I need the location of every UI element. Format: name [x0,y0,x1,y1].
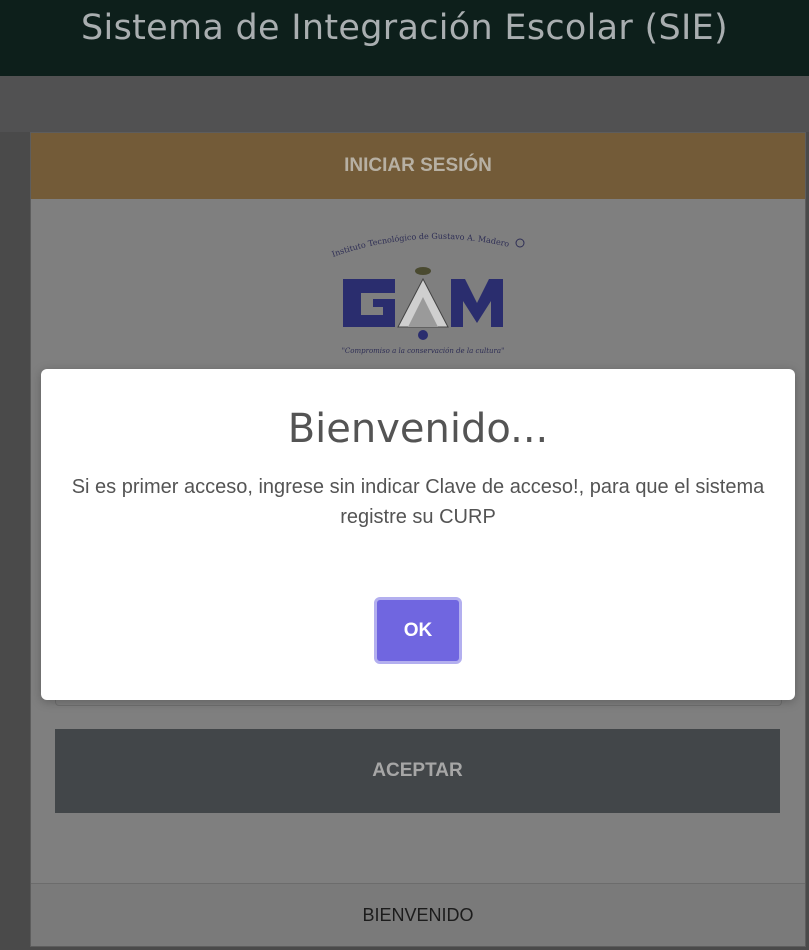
modal-backdrop: Bienvenido... Si es primer acceso, ingre… [0,0,809,950]
welcome-dialog: Bienvenido... Si es primer acceso, ingre… [41,369,795,700]
dialog-message: Si es primer acceso, ingrese sin indicar… [71,476,765,528]
ok-button[interactable]: OK [374,597,462,664]
dialog-title: Bienvenido... [287,406,549,452]
